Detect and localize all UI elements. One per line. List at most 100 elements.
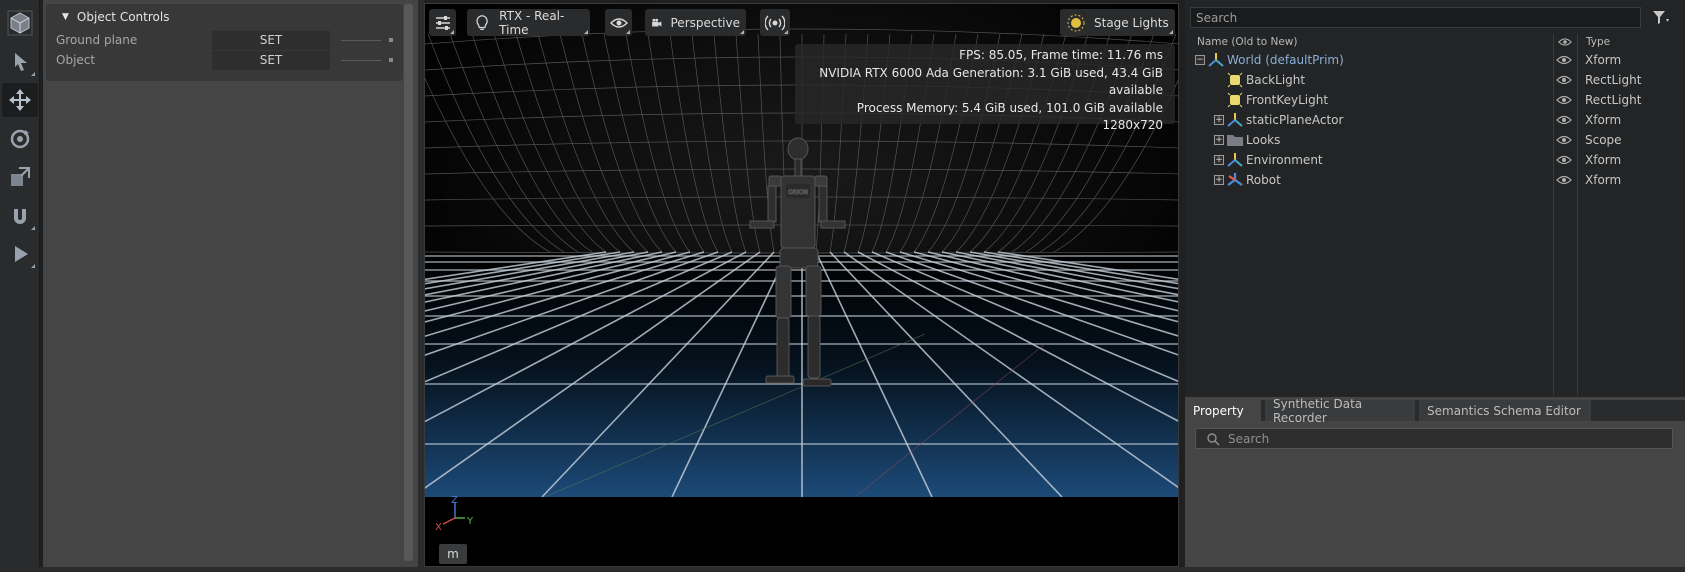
visibility-eye-icon[interactable] — [1556, 74, 1572, 86]
renderer-label: RTX - Real-Time — [499, 8, 565, 37]
object-controls-frame: ▼ Object Controls Ground plane SET Objec… — [46, 4, 403, 81]
stage-tree-row[interactable]: + staticPlaneActor Xform — [1185, 110, 1685, 130]
stage-item-name: World (defaultPrim) — [1227, 53, 1344, 67]
move-icon[interactable] — [2, 83, 38, 117]
stage-item-type: Xform — [1585, 153, 1622, 167]
resolution-text: 1280x720 — [1102, 118, 1163, 132]
object-value-line — [341, 60, 381, 61]
gpu-text: NVIDIA RTX 6000 Ada Generation: 3.1 GiB … — [819, 65, 1163, 98]
tab-semantics-schema-editor[interactable]: Semantics Schema Editor — [1419, 400, 1591, 421]
object-set-button[interactable]: SET — [212, 50, 330, 70]
visibility-eye-icon[interactable] — [1556, 94, 1572, 106]
viewport[interactable]: ORION RTX - Real-Time Perspective Stage … — [424, 3, 1179, 567]
property-search-placeholder: Search — [1228, 431, 1270, 446]
expand-icon[interactable]: + — [1214, 175, 1224, 185]
visibility-eye-icon[interactable] — [1556, 174, 1572, 186]
rotate-icon[interactable] — [2, 122, 38, 156]
isaac-sim-window: ▼ Object Controls Ground plane SET Objec… — [0, 0, 1685, 572]
property-tabbar: Property Synthetic Data Recorder Semanti… — [1185, 397, 1685, 425]
axis-x-label: X — [435, 522, 442, 533]
stage-lights-label: Stage Lights — [1094, 15, 1169, 30]
visibility-column-eye-icon[interactable] — [1558, 36, 1572, 48]
stage-item-name: staticPlaneActor — [1246, 113, 1344, 127]
expand-icon[interactable]: + — [1214, 155, 1224, 165]
visibility-eye-icon[interactable] — [1556, 54, 1572, 66]
stage-item-type: Xform — [1585, 113, 1622, 127]
ground-plane-row: Ground plane SET — [46, 30, 403, 50]
stage-item-type: RectLight — [1585, 73, 1642, 87]
stage-item-name: Looks — [1246, 133, 1281, 147]
robot-xform-icon — [1227, 173, 1243, 186]
axis-y-label: Y — [466, 516, 474, 527]
select-arrow-icon[interactable] — [2, 45, 38, 79]
xform-icon — [1208, 53, 1224, 67]
ground-plane-value-line — [341, 40, 381, 41]
name-column-header[interactable]: Name (Old to New) — [1197, 34, 1297, 50]
m-button[interactable]: m — [439, 544, 467, 564]
stage-tree-row[interactable]: + Environment Xform — [1185, 150, 1685, 170]
visibility-eye-icon[interactable] — [1556, 134, 1572, 146]
cube-icon[interactable] — [2, 6, 38, 40]
light-icon — [1227, 72, 1243, 88]
viewport-settings-button[interactable] — [429, 9, 456, 36]
stage-item-type: RectLight — [1585, 93, 1642, 107]
stage-item-name: FrontKeyLight — [1246, 93, 1329, 107]
stage-tree-row[interactable]: − World (defaultPrim) Xform — [1185, 50, 1685, 70]
stage-item-name: Environment — [1246, 153, 1323, 167]
visibility-eye-icon[interactable] — [1556, 154, 1572, 166]
stage-tree-row[interactable]: BackLight RectLight — [1185, 70, 1685, 90]
tab-synthetic-data-recorder[interactable]: Synthetic Data Recorder — [1265, 397, 1415, 425]
collapse-caret-icon[interactable]: ▼ — [62, 12, 69, 22]
stage-item-type: Xform — [1585, 53, 1622, 67]
stage-search-input[interactable]: Search — [1190, 7, 1641, 28]
stage-tree-row[interactable]: + Robot Xform — [1185, 170, 1685, 190]
stage-item-type: Xform — [1585, 173, 1622, 187]
axis-gizmo: Z X Y — [435, 495, 474, 533]
object-controls-header[interactable]: ▼ Object Controls — [46, 4, 403, 30]
object-label: Object — [56, 53, 96, 67]
play-icon[interactable] — [2, 237, 38, 271]
ground-plane-dot[interactable] — [389, 38, 393, 42]
ground-plane-label: Ground plane — [56, 33, 138, 47]
fps-text: FPS: 85.05, Frame time: 11.76 ms — [959, 48, 1163, 62]
audio-button[interactable] — [760, 9, 790, 36]
object-controls-panel: ▼ Object Controls Ground plane SET Objec… — [43, 0, 418, 572]
stage-tree-row[interactable]: FrontKeyLight RectLight — [1185, 90, 1685, 110]
stage-panel: Search Name (Old to New) Type − World (de… — [1185, 0, 1685, 397]
stage-item-name: BackLight — [1246, 73, 1306, 87]
object-controls-scrollbar[interactable] — [404, 4, 413, 561]
camera-icon — [652, 18, 662, 26]
xform-icon — [1227, 113, 1243, 127]
type-column-header[interactable]: Type — [1586, 34, 1610, 50]
object-dot[interactable] — [389, 58, 393, 62]
visibility-button[interactable] — [605, 9, 632, 36]
axis-z-label: Z — [451, 495, 458, 506]
expand-icon[interactable]: + — [1214, 135, 1224, 145]
stage-tree-row[interactable]: + Looks Scope — [1185, 130, 1685, 150]
renderer-button[interactable]: RTX - Real-Time — [467, 8, 590, 37]
collapse-icon[interactable]: − — [1195, 55, 1205, 65]
broadcast-icon — [765, 15, 785, 30]
window-bottom-edge — [0, 567, 1685, 572]
folder-icon — [1227, 135, 1243, 146]
scale-icon[interactable] — [2, 160, 38, 194]
memory-text: Process Memory: 5.4 GiB used, 101.0 GiB … — [856, 100, 1163, 115]
property-search-input[interactable]: Search — [1195, 428, 1673, 449]
lightbulb-icon — [476, 14, 488, 30]
ground-plane-set-button[interactable]: SET — [212, 30, 330, 50]
stage-lights-button[interactable]: Stage Lights — [1060, 9, 1175, 36]
stage-item-type: Scope — [1585, 133, 1622, 147]
filter-icon[interactable] — [1651, 9, 1671, 27]
stats-overlay: FPS: 85.05, Frame time: 11.76 ms NVIDIA … — [795, 44, 1175, 132]
expand-icon[interactable]: + — [1214, 115, 1224, 125]
camera-button[interactable]: Perspective — [645, 9, 746, 36]
sun-icon — [1067, 14, 1085, 31]
visibility-eye-icon[interactable] — [1556, 114, 1572, 126]
magnet-snap-icon[interactable] — [2, 199, 38, 233]
object-controls-title: Object Controls — [76, 10, 170, 24]
tab-property[interactable]: Property — [1185, 400, 1261, 421]
search-icon — [1207, 432, 1220, 445]
stage-item-name: Robot — [1246, 173, 1281, 187]
left-toolbar — [0, 0, 40, 572]
property-panel: Property Synthetic Data Recorder Semanti… — [1185, 397, 1685, 572]
